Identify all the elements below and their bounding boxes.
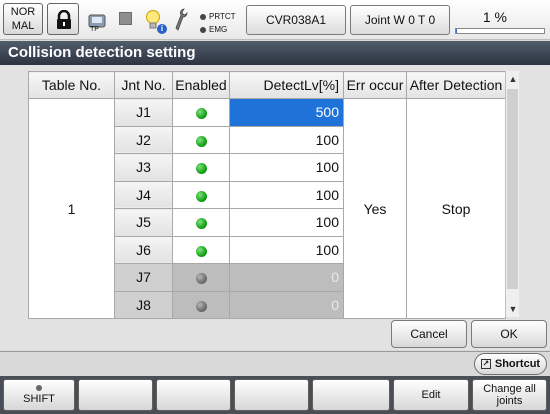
cancel-button[interactable]: Cancel <box>391 320 467 348</box>
lock-icon <box>57 10 71 29</box>
speed-bar-fill <box>456 29 457 33</box>
shift-label: SHIFT <box>23 393 55 405</box>
after-detection-cell[interactable]: Stop <box>406 98 506 319</box>
change-all-line-1: Change all <box>483 383 536 395</box>
joint-no-cell: J2 <box>114 125 173 154</box>
ok-button[interactable]: OK <box>471 320 547 348</box>
joint-no-cell: J7 <box>114 263 173 292</box>
enabled-cell[interactable] <box>172 180 230 209</box>
speed-bar <box>455 28 545 34</box>
status-square-icon <box>119 12 132 25</box>
err-occur-cell[interactable]: Yes <box>343 98 407 319</box>
lock-button[interactable] <box>47 3 79 35</box>
mode-line-1: NOR <box>10 6 36 18</box>
detect-level-cell: 0 <box>229 263 344 292</box>
scroll-up-icon[interactable]: ▲ <box>506 73 520 85</box>
collision-table: Table No. Jnt No. Enabled DetectLv[%] Er… <box>28 71 506 319</box>
divider <box>0 351 550 352</box>
header-after-detection: After Detection <box>406 71 506 99</box>
table-no-cell: 1 <box>28 98 115 319</box>
shift-button[interactable]: SHIFT <box>3 379 75 411</box>
header-jnt-no: Jnt No. <box>114 71 173 99</box>
enabled-cell[interactable] <box>172 153 230 182</box>
header-enabled: Enabled <box>172 71 230 99</box>
prtct-dot-icon <box>200 13 206 20</box>
edit-button[interactable]: Edit <box>393 379 469 411</box>
table-header-row: Table No. Jnt No. Enabled DetectLv[%] Er… <box>28 71 506 99</box>
protect-status: PRTCT EMG <box>200 10 236 36</box>
joint-no-cell: J6 <box>114 235 173 264</box>
shortcut-label: Shortcut <box>494 358 541 370</box>
header-detect-level: DetectLv[%] <box>229 71 344 99</box>
enabled-led-icon <box>195 163 207 175</box>
detect-level-cell[interactable]: 100 <box>229 153 344 182</box>
detect-level-cell[interactable]: 100 <box>229 125 344 154</box>
change-all-line-2: joints <box>496 395 523 407</box>
disabled-led-icon <box>195 273 207 285</box>
info-badge-icon: i <box>157 24 167 34</box>
scroll-down-icon[interactable]: ▼ <box>506 303 520 315</box>
enabled-cell[interactable] <box>172 125 230 154</box>
prtct-label: PRTCT <box>209 12 236 21</box>
emg-dot-icon <box>200 26 206 33</box>
enabled-led-icon <box>195 108 207 120</box>
edit-label: Edit <box>421 389 441 401</box>
enabled-cell[interactable] <box>172 290 230 319</box>
header-err-occur: Err occur <box>343 71 407 99</box>
program-button[interactable]: CVR038A1 <box>246 5 346 35</box>
enabled-led-icon <box>195 135 207 147</box>
mode-indicator[interactable]: NOR MAL <box>3 3 43 35</box>
shift-indicator-icon <box>36 385 42 391</box>
mode-line-2: MAL <box>11 20 35 32</box>
tp-label: TP <box>90 26 99 33</box>
table-row[interactable]: 1 J1 500 Yes Stop <box>28 98 506 319</box>
joint-no-cell: J4 <box>114 180 173 209</box>
shortcut-icon: ↗ <box>480 359 491 369</box>
detect-level-cell[interactable]: 100 <box>229 180 344 209</box>
header-table-no: Table No. <box>28 71 115 99</box>
joint-no-cell: J1 <box>114 98 173 127</box>
enabled-cell[interactable] <box>172 98 230 127</box>
enabled-cell[interactable] <box>172 208 230 237</box>
coordinate-button[interactable]: Joint W 0 T 0 <box>350 5 450 35</box>
enabled-cell[interactable] <box>172 263 230 292</box>
table-scrollbar[interactable]: ▲ ▼ <box>505 71 519 317</box>
joint-no-cell: J3 <box>114 153 173 182</box>
joint-no-cell: J5 <box>114 208 173 237</box>
emg-label: EMG <box>209 25 228 34</box>
f4-button[interactable] <box>234 379 309 411</box>
f5-button[interactable] <box>312 379 390 411</box>
f2-button[interactable] <box>78 379 153 411</box>
f3-button[interactable] <box>156 379 231 411</box>
detect-level-cell[interactable]: 100 <box>229 235 344 264</box>
status-bar: NOR MAL TP i PRTCT EMG CVR038A1 Joint W … <box>0 0 550 40</box>
scroll-thumb[interactable] <box>507 89 518 289</box>
enabled-cell[interactable] <box>172 235 230 264</box>
detect-level-cell[interactable]: 100 <box>229 208 344 237</box>
speed-indicator[interactable]: 1 % <box>453 4 547 36</box>
page-title: Collision detection setting <box>0 41 550 65</box>
enabled-led-icon <box>195 190 207 202</box>
disabled-led-icon <box>195 300 207 312</box>
shortcut-button[interactable]: ↗ Shortcut <box>474 353 547 375</box>
enabled-led-icon <box>195 245 207 257</box>
enabled-led-icon <box>195 218 207 230</box>
detect-level-cell: 0 <box>229 290 344 319</box>
joint-no-cell: J8 <box>114 290 173 319</box>
change-all-joints-button[interactable]: Change all joints <box>472 379 547 411</box>
speed-text: 1 % <box>482 9 507 25</box>
wrench-icon <box>175 8 188 31</box>
detect-level-cell[interactable]: 500 <box>229 98 344 127</box>
